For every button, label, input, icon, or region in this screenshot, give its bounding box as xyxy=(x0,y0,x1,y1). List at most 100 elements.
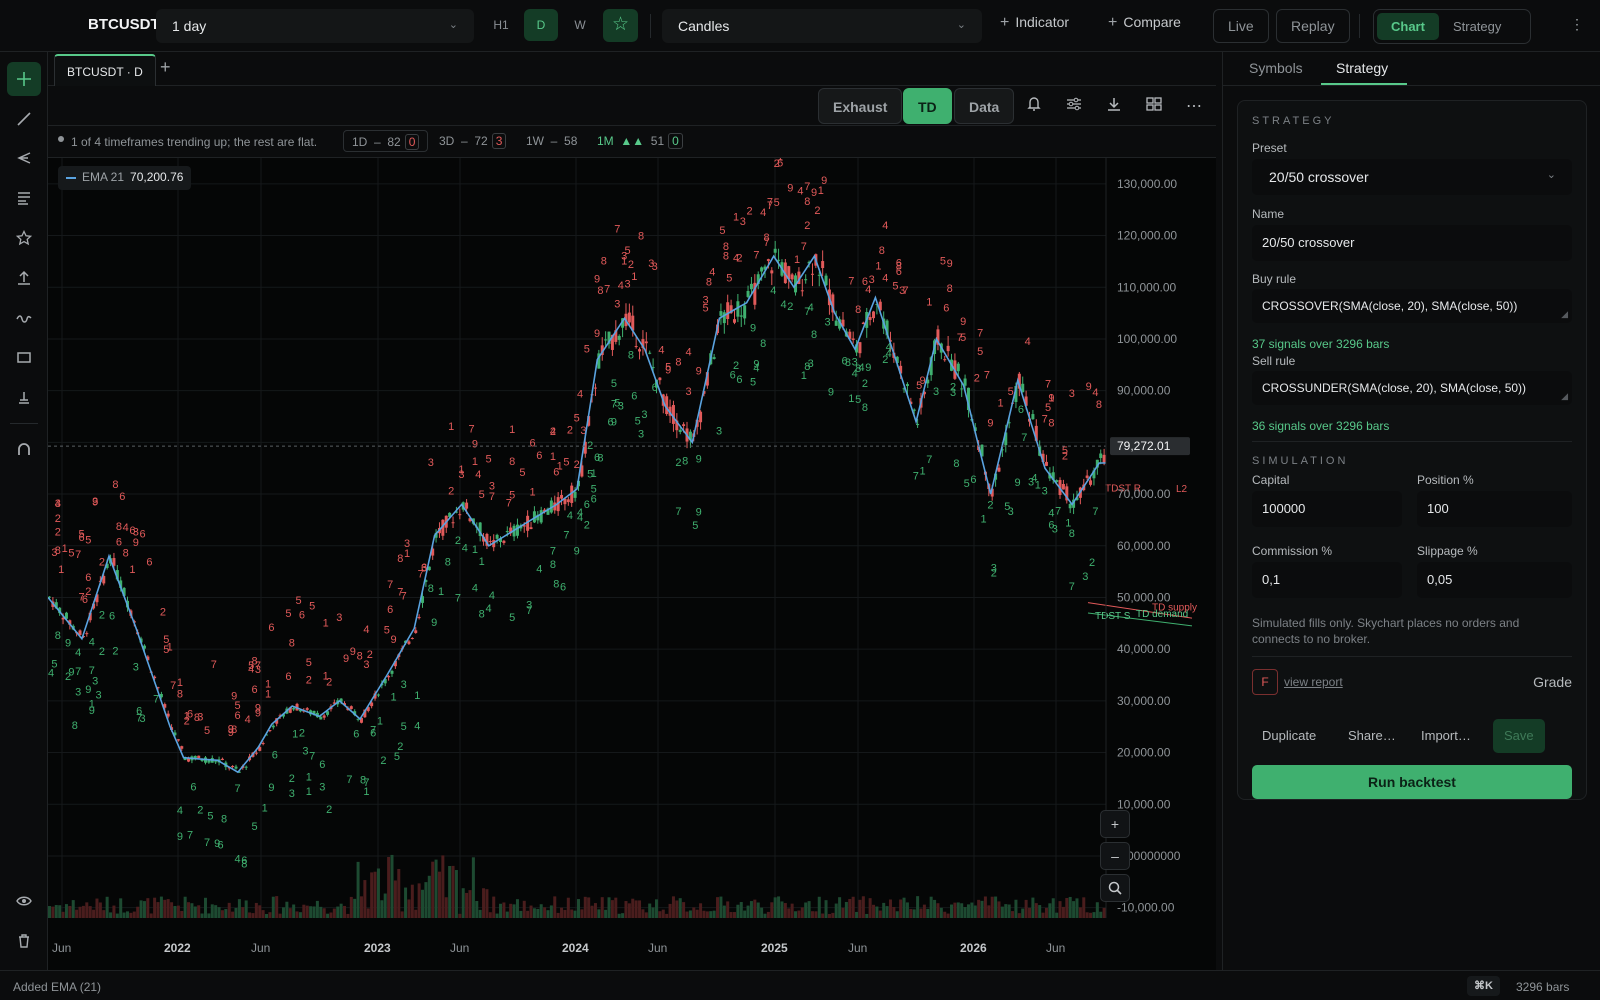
td-count-label: 7 xyxy=(1069,581,1075,593)
tab-symbols[interactable]: Symbols xyxy=(1249,60,1303,76)
td-count-label: 7 xyxy=(903,285,909,297)
zoom-in-button[interactable]: + xyxy=(1100,810,1130,838)
td-count-label: 6 xyxy=(736,374,742,386)
td-count-label: 8 xyxy=(116,521,122,533)
resize-handle-icon[interactable]: ◢ xyxy=(1561,309,1568,320)
grade-button[interactable]: Grade xyxy=(1533,674,1572,690)
slippage-field[interactable]: 0,05 xyxy=(1417,562,1572,598)
name-field[interactable]: 20/50 crossover xyxy=(1252,225,1572,261)
arrow-up-icon[interactable] xyxy=(7,261,41,295)
preset-select[interactable]: 20/50 crossover ⌄ xyxy=(1252,159,1572,195)
trend-chip-1w[interactable]: 1W – 58 xyxy=(518,130,585,152)
more-horizontal-icon[interactable]: ⋯ xyxy=(1184,96,1204,116)
td-count-label: 7 xyxy=(801,241,807,253)
share-button[interactable]: Share… xyxy=(1338,719,1406,753)
symbol-label[interactable]: BTCUSDT xyxy=(88,16,158,33)
td-count-label: 3 xyxy=(614,299,620,311)
layout-grid-icon[interactable] xyxy=(1144,96,1164,117)
commission-field[interactable]: 0,1 xyxy=(1252,562,1402,598)
search-icon[interactable] xyxy=(1100,874,1130,902)
td-count-label: 6 xyxy=(862,276,868,288)
chart-canvas[interactable]: 2414 192653744 9511316494761752 2366 7785553… xyxy=(48,158,1216,970)
l2-label: L2 xyxy=(1176,484,1188,495)
timeframe-select[interactable]: 1 day ⌄ xyxy=(156,9,474,43)
trash-icon[interactable] xyxy=(7,924,41,958)
star-icon[interactable] xyxy=(7,221,41,255)
live-button[interactable]: Live xyxy=(1213,9,1269,43)
volume-bar xyxy=(590,905,594,918)
td-count-label: 7 xyxy=(489,491,495,503)
rectangle-icon[interactable] xyxy=(7,340,41,374)
volume-bar xyxy=(777,896,781,918)
alert-bell-icon[interactable] xyxy=(1024,96,1044,117)
chart-type-select[interactable]: Candles ⌄ xyxy=(662,9,982,43)
ema-legend[interactable]: EMA 21 70,200.76 xyxy=(58,166,192,190)
import-button[interactable]: Import… xyxy=(1411,719,1481,753)
candle-body xyxy=(997,467,1001,472)
chart-tab[interactable]: BTCUSDT · D xyxy=(54,54,156,86)
volume-bar xyxy=(183,896,187,918)
download-icon[interactable] xyxy=(1104,96,1124,117)
position-field[interactable]: 100 xyxy=(1417,491,1572,527)
volume-bar xyxy=(370,872,374,918)
command-palette-shortcut[interactable]: ⌘K xyxy=(1467,976,1500,996)
buy-rule-field[interactable]: CROSSOVER(SMA(close, 20), SMA(close, 50)… xyxy=(1252,289,1572,323)
volume-bar xyxy=(760,907,764,918)
run-backtest-button[interactable]: Run backtest xyxy=(1252,765,1572,799)
zoom-out-button[interactable]: – xyxy=(1100,842,1130,870)
trend-chip-1d[interactable]: 1D – 82 0 xyxy=(343,130,429,152)
candle-body xyxy=(271,725,275,728)
volume-bar xyxy=(682,902,686,918)
x-tick-label: 2026 xyxy=(960,941,987,955)
sell-rule-field[interactable]: CROSSUNDER(SMA(close, 20), SMA(close, 50… xyxy=(1252,371,1572,405)
compare-button[interactable]: + Compare xyxy=(1108,14,1181,32)
duplicate-button[interactable]: Duplicate xyxy=(1252,719,1326,753)
add-tab-plus-icon[interactable]: + xyxy=(160,57,171,78)
td-button[interactable]: TD xyxy=(903,88,952,124)
trend-chip-1m[interactable]: 1M ▲▲ 51 0 xyxy=(589,130,691,152)
trend-chip-3d[interactable]: 3D – 72 3 xyxy=(431,130,514,152)
tf-button-d[interactable]: D xyxy=(524,9,558,41)
save-button[interactable]: Save xyxy=(1493,719,1545,753)
favorite-star-icon[interactable]: ☆ xyxy=(603,9,638,42)
td-count-label: 6 xyxy=(187,708,193,720)
volume-bar xyxy=(383,893,387,918)
td-count-label: 7 xyxy=(604,283,610,295)
mode-strategy-button[interactable]: Strategy xyxy=(1439,13,1515,40)
view-report-link[interactable]: view report xyxy=(1284,675,1343,689)
text-icon[interactable] xyxy=(7,181,41,215)
magnet-icon[interactable] xyxy=(7,432,41,466)
td-count-label: 5 xyxy=(611,378,617,390)
wave-icon[interactable] xyxy=(7,301,41,335)
settings-sliders-icon[interactable] xyxy=(1064,96,1084,117)
pitchfork-icon[interactable] xyxy=(7,141,41,175)
price-chart[interactable]: EMA 21 70,200.76 241419265374495113164947… xyxy=(48,158,1216,970)
td-count-label: 7 xyxy=(753,249,759,261)
resize-handle-icon[interactable]: ◢ xyxy=(1561,391,1568,402)
tf-button-h1[interactable]: H1 xyxy=(484,9,518,41)
eye-icon[interactable] xyxy=(7,884,41,918)
indicator-button[interactable]: + Indicator xyxy=(1000,14,1069,32)
capital-field[interactable]: 100000 xyxy=(1252,491,1402,527)
volume-bar xyxy=(593,903,597,918)
tf-button-w[interactable]: W xyxy=(563,9,597,41)
td-count-label: 8 xyxy=(55,545,61,557)
volume-bar xyxy=(807,901,811,918)
volume-bar xyxy=(495,913,499,918)
measure-icon[interactable] xyxy=(7,380,41,414)
tab-strategy[interactable]: Strategy xyxy=(1336,60,1388,76)
td-count-label: 5 xyxy=(68,548,74,560)
candle-body xyxy=(465,502,469,509)
data-button[interactable]: Data xyxy=(954,88,1015,124)
more-menu-icon[interactable]: ⋮ xyxy=(1570,16,1584,33)
volume-bar xyxy=(220,910,224,918)
trendline-icon[interactable] xyxy=(7,102,41,136)
volume-bar xyxy=(197,905,201,918)
exhaust-button[interactable]: Exhaust xyxy=(818,88,903,124)
mode-chart-button[interactable]: Chart xyxy=(1377,13,1439,40)
volume-bar xyxy=(122,912,126,918)
td-count-label: 4 xyxy=(1025,336,1031,348)
crosshair-icon[interactable] xyxy=(7,62,41,96)
replay-button[interactable]: Replay xyxy=(1276,9,1350,43)
td-count-label: 2 xyxy=(974,373,980,385)
